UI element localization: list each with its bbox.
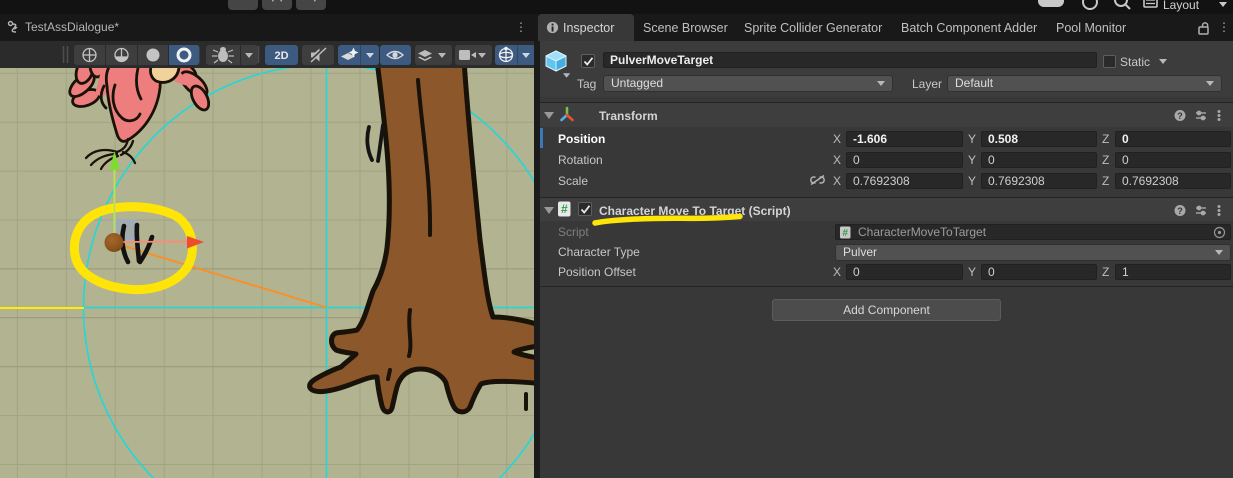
svg-text:#: # — [842, 228, 848, 239]
svg-text:?: ? — [1177, 111, 1183, 121]
svg-text:Layout: Layout — [1163, 0, 1200, 12]
svg-text:?: ? — [1177, 206, 1183, 216]
svg-text:2D: 2D — [274, 50, 288, 62]
svg-text:#: # — [561, 202, 568, 216]
